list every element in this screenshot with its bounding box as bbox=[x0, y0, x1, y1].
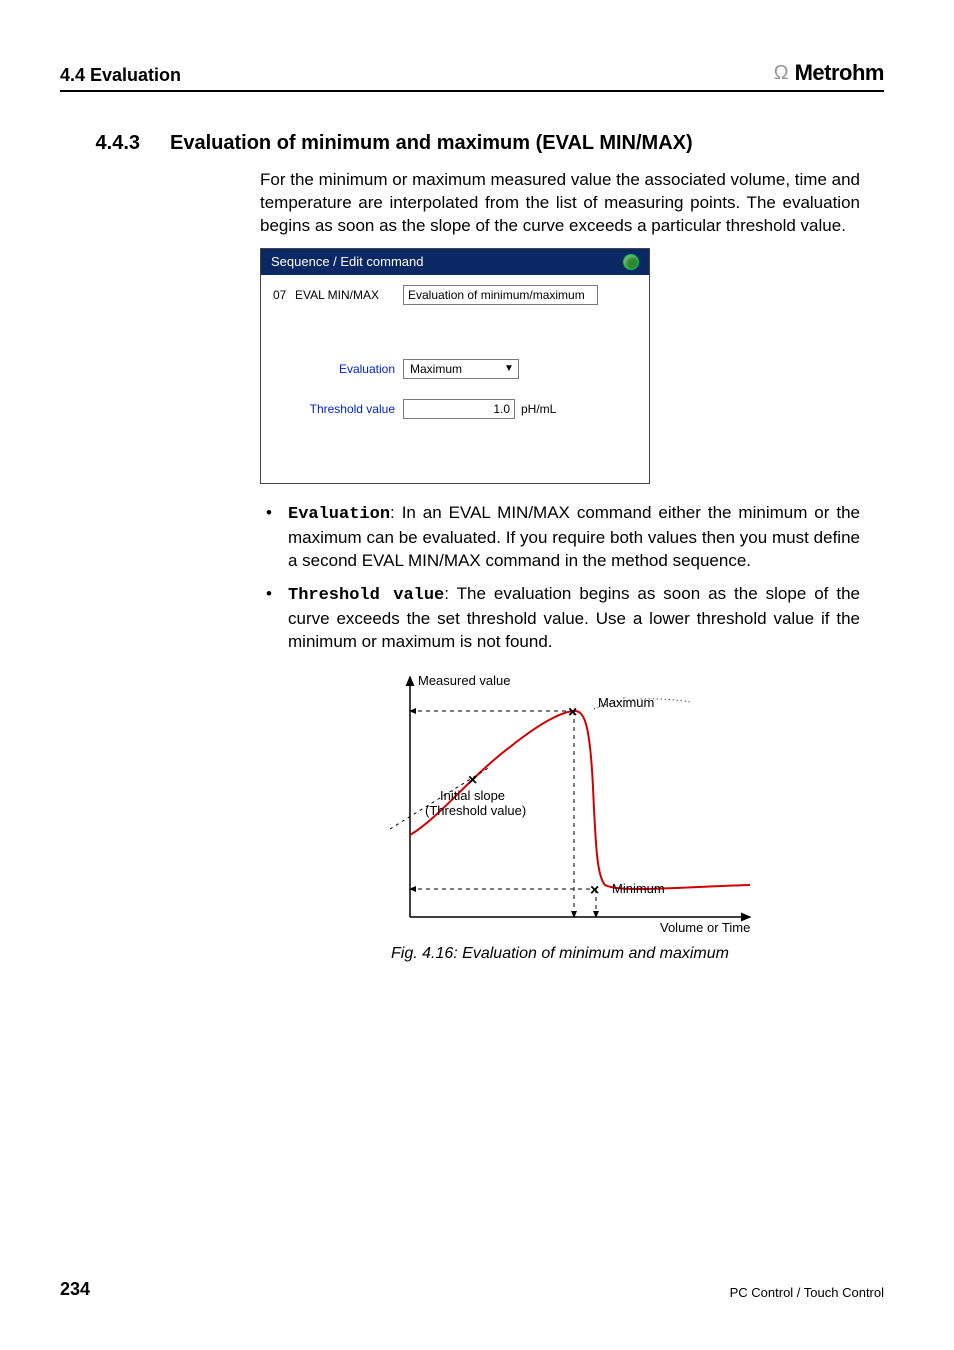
brand-block: Ω Metrohm bbox=[774, 60, 884, 86]
section-heading: 4.4.3 Evaluation of minimum and maximum … bbox=[60, 132, 884, 155]
threshold-unit: pH/mL bbox=[521, 402, 556, 416]
page-header: 4.4 Evaluation Ω Metrohm bbox=[60, 60, 884, 92]
dialog-titlebar: Sequence / Edit command bbox=[261, 249, 649, 275]
svg-text:×: × bbox=[590, 882, 599, 899]
brand-name: Metrohm bbox=[795, 60, 884, 86]
evaluation-label: Evaluation bbox=[273, 362, 403, 376]
bullet-keyword: Evaluation bbox=[288, 505, 390, 524]
chevron-down-icon: ▼ bbox=[500, 363, 518, 374]
figure-caption: Fig. 4.16: Evaluation of minimum and max… bbox=[391, 945, 729, 963]
section-number: 4.4.3 bbox=[60, 132, 140, 155]
bullet-keyword: Threshold value bbox=[288, 586, 444, 605]
figure-svg: Measured value Volume or Time × × Maximu… bbox=[360, 667, 760, 937]
evaluation-select[interactable]: Maximum ▼ bbox=[403, 359, 519, 379]
intro-paragraph: For the minimum or maximum measured valu… bbox=[260, 169, 860, 238]
threshold-label: Threshold value bbox=[273, 402, 403, 416]
svg-text:×: × bbox=[468, 772, 477, 789]
slope-label-l1: Initial slope bbox=[440, 788, 505, 803]
page-number: 234 bbox=[60, 1279, 90, 1300]
step-name: EVAL MIN/MAX bbox=[295, 288, 403, 302]
x-axis-label: Volume or Time bbox=[660, 920, 750, 935]
step-description-input[interactable]: Evaluation of minimum/maximum bbox=[403, 285, 598, 305]
brand-icon: Ω bbox=[774, 62, 789, 85]
slope-label-l2: (Threshold value) bbox=[425, 803, 526, 818]
figure-4-16: Measured value Volume or Time × × Maximu… bbox=[260, 667, 860, 963]
svg-text:×: × bbox=[568, 704, 577, 721]
page-footer: 234 PC Control / Touch Control bbox=[60, 1279, 884, 1300]
dialog-sequence-edit: Sequence / Edit command 07 EVAL MIN/MAX … bbox=[260, 248, 650, 484]
y-axis-label: Measured value bbox=[418, 673, 511, 688]
threshold-input[interactable]: 1.0 bbox=[403, 399, 515, 419]
status-dot-icon bbox=[623, 254, 639, 270]
footer-label: PC Control / Touch Control bbox=[730, 1285, 884, 1300]
dialog-title-text: Sequence / Edit command bbox=[271, 254, 423, 269]
step-number: 07 bbox=[273, 288, 295, 302]
evaluation-value: Maximum bbox=[404, 360, 500, 378]
header-section: 4.4 Evaluation bbox=[60, 65, 181, 86]
section-title: Evaluation of minimum and maximum (EVAL … bbox=[170, 132, 693, 155]
bullet-list: Evaluation: In an EVAL MIN/MAX command e… bbox=[260, 502, 860, 654]
minimum-label: Minimum bbox=[612, 881, 665, 896]
list-item: Threshold value: The evaluation begins a… bbox=[260, 583, 860, 654]
list-item: Evaluation: In an EVAL MIN/MAX command e… bbox=[260, 502, 860, 573]
maximum-label: Maximum bbox=[598, 695, 654, 710]
